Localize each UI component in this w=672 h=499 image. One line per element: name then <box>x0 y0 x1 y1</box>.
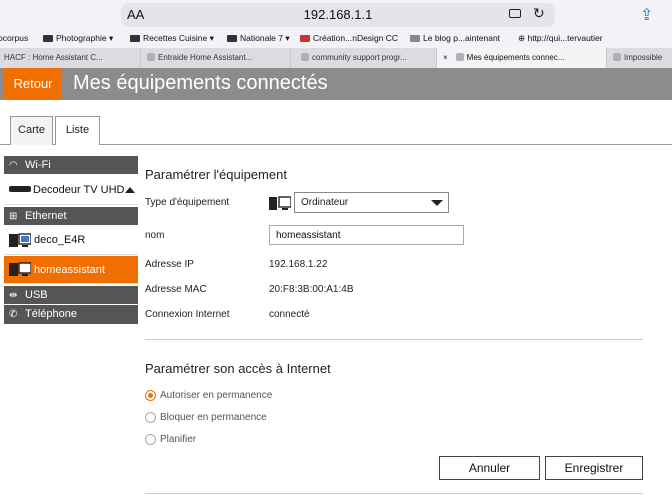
ip-value: 192.168.1.22 <box>269 259 328 270</box>
ip-label: Adresse IP <box>145 259 194 270</box>
tab-list[interactable]: Liste <box>55 116 100 145</box>
bookmark-item[interactable]: ocorpus <box>0 33 28 43</box>
device-settings-heading: Paramétrer l'équipement <box>145 167 287 182</box>
bookmark-folder[interactable]: Nationale 7 ▾ <box>227 33 290 44</box>
sidebar-bottom <box>4 323 138 324</box>
page-title: Mes équipements connectés <box>73 72 328 94</box>
section-divider <box>145 339 643 340</box>
bookmarks-bar: ocorpus Photographie ▾ Recettes Cuisine … <box>0 30 672 48</box>
section-wifi: ◠ Wi-Fi <box>4 156 138 174</box>
favicon-icon <box>301 53 309 61</box>
favicon-icon <box>147 53 155 61</box>
back-button[interactable]: Retour <box>4 68 62 100</box>
share-icon[interactable]: ⇪ <box>640 5 653 25</box>
browser-tab-bar: HACF : Home Assistant C... Entraide Home… <box>0 48 672 68</box>
network-icon: ⊞ <box>9 211 18 222</box>
save-button[interactable]: Enregistrer <box>545 456 643 480</box>
address-bar[interactable]: 192.168.1.1 <box>121 3 555 27</box>
cancel-button[interactable]: Annuler <box>439 456 540 480</box>
radio-schedule[interactable] <box>145 434 156 445</box>
device-item-deco[interactable]: deco_E4R <box>4 226 138 255</box>
section-ethernet: ⊞ Ethernet <box>4 207 138 225</box>
reload-icon[interactable]: ↻ <box>533 5 545 22</box>
browser-toolbar: 192.168.1.1 AA ↻ ⇪ <box>0 0 672 30</box>
browser-tab[interactable]: community support progr... <box>291 48 437 68</box>
reader-icon[interactable] <box>509 9 521 18</box>
connection-label: Connexion Internet <box>145 309 230 320</box>
chevron-down-icon <box>431 200 443 206</box>
url-text[interactable]: 192.168.1.1 <box>121 7 555 22</box>
app-header: Retour Mes équipements connectés <box>0 68 672 100</box>
folder-icon <box>43 35 53 42</box>
browser-tab[interactable]: Entraide Home Assistant... <box>141 48 291 68</box>
bookmark-folder[interactable]: Recettes Cuisine ▾ <box>130 33 214 44</box>
phone-icon: ✆ <box>9 309 18 320</box>
camera-icon <box>410 35 420 42</box>
section-usb: ⇹ USB <box>4 286 138 304</box>
favicon-icon <box>613 53 621 61</box>
usb-icon: ⇹ <box>9 290 18 301</box>
connection-value: connecté <box>269 309 310 320</box>
radio-block-always[interactable] <box>145 412 156 423</box>
radio-label-schedule[interactable]: Planifier <box>160 434 196 445</box>
folder-icon <box>130 35 140 42</box>
radio-label-allow[interactable]: Autoriser en permanence <box>160 390 272 401</box>
computer-icon <box>269 196 292 217</box>
mac-value: 20:F8:3B:00:A1:4B <box>269 284 354 295</box>
folder-icon <box>227 35 237 42</box>
computer-icon <box>9 233 32 253</box>
radio-label-block[interactable]: Bloquer en permanence <box>160 412 267 423</box>
mac-label: Adresse MAC <box>145 284 207 295</box>
computer-icon <box>9 262 32 282</box>
radio-allow-always[interactable] <box>145 390 156 401</box>
bottom-divider <box>145 493 643 494</box>
browser-tab-active[interactable]: × Mes équipements connec... <box>437 48 607 68</box>
device-name-input[interactable] <box>269 225 464 245</box>
name-label: nom <box>145 230 165 241</box>
creative-cloud-icon <box>300 35 310 42</box>
chevron-up-icon[interactable] <box>125 187 135 193</box>
browser-tab[interactable]: HACF : Home Assistant C... <box>0 48 141 68</box>
bookmark-folder[interactable]: Photographie ▾ <box>43 33 113 44</box>
section-phone: ✆ Téléphone <box>4 305 138 323</box>
tabs-divider <box>0 144 672 145</box>
favicon-icon <box>455 53 464 61</box>
bookmark-item[interactable]: ⊕ http://qui...tervautier <box>518 33 603 44</box>
bookmark-item[interactable]: Création...nDesign CC <box>300 33 398 43</box>
type-label: Type d'équipement <box>145 197 230 208</box>
device-type-select[interactable]: Ordinateur <box>294 192 449 213</box>
wifi-icon: ◠ <box>9 160 18 171</box>
tab-map[interactable]: Carte <box>10 116 53 145</box>
browser-tab[interactable]: Impossible <box>607 48 672 68</box>
device-item-decoder[interactable]: Decodeur TV UHD <box>4 175 138 205</box>
reader-text-size-button[interactable]: AA <box>127 7 144 22</box>
bookmark-item[interactable]: Le blog p...aintenant <box>410 33 500 43</box>
close-tab-icon[interactable]: × <box>443 53 448 62</box>
internet-access-heading: Paramétrer son accès à Internet <box>145 361 331 376</box>
tv-box-icon <box>9 186 31 192</box>
device-item-homeassistant[interactable]: homeassistant <box>4 256 138 284</box>
